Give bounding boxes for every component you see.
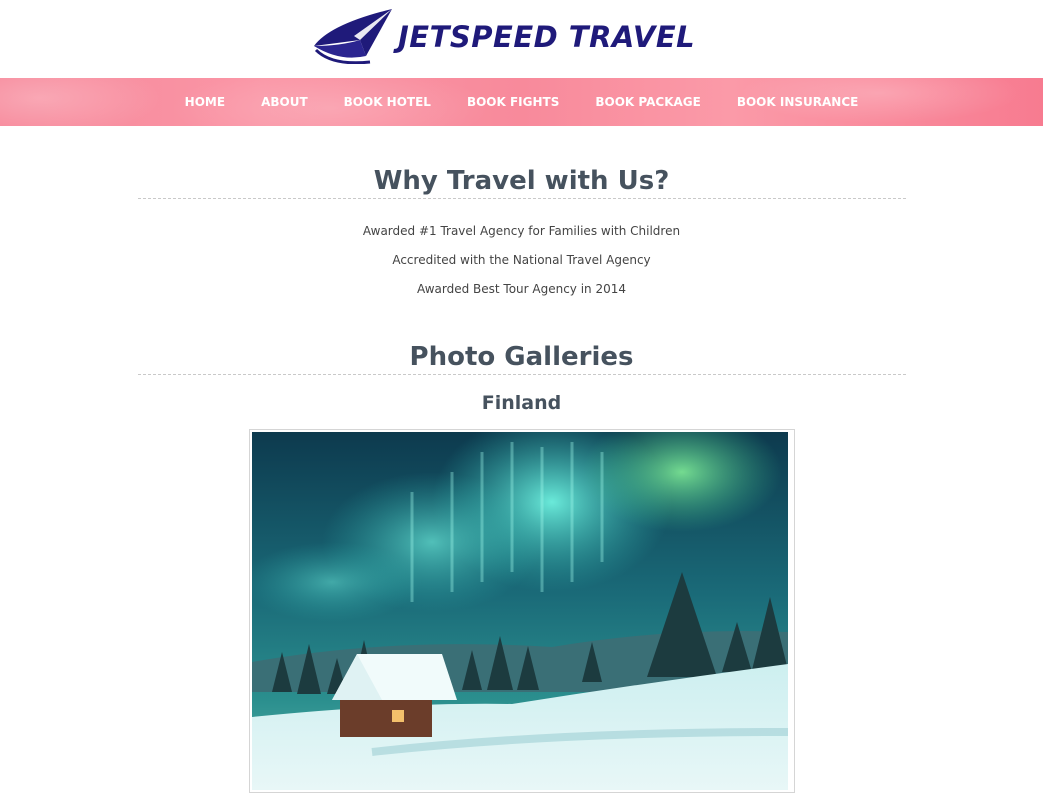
main-nav: HOME ABOUT BOOK HOTEL BOOK FIGHTS BOOK P… bbox=[0, 78, 1043, 126]
site-header: JETSPEED TRAVEL bbox=[0, 0, 1043, 78]
why-travel-heading: Why Travel with Us? bbox=[137, 166, 906, 199]
site-logo[interactable]: JETSPEED TRAVEL bbox=[310, 6, 695, 64]
brand-name: JETSPEED TRAVEL bbox=[398, 20, 696, 54]
gallery-country-title: Finland bbox=[481, 392, 562, 414]
nav-book-hotel[interactable]: BOOK HOTEL bbox=[344, 95, 431, 109]
reasons-list: Awarded #1 Travel Agency for Families wi… bbox=[0, 217, 1043, 304]
reason-item: Awarded Best Tour Agency in 2014 bbox=[416, 282, 627, 296]
nav-book-insurance[interactable]: BOOK INSURANCE bbox=[737, 95, 859, 109]
paper-plane-icon bbox=[314, 9, 392, 64]
nav-about[interactable]: ABOUT bbox=[261, 95, 308, 109]
nav-book-fights[interactable]: BOOK FIGHTS bbox=[467, 95, 559, 109]
gallery-photo[interactable] bbox=[248, 429, 795, 793]
northern-lights-photo bbox=[251, 432, 788, 790]
reason-item: Awarded #1 Travel Agency for Families wi… bbox=[362, 224, 681, 238]
main-content: Why Travel with Us? Awarded #1 Travel Ag… bbox=[0, 126, 1043, 793]
reason-item: Accredited with the National Travel Agen… bbox=[392, 253, 651, 267]
nav-book-package[interactable]: BOOK PACKAGE bbox=[595, 95, 700, 109]
nav-home[interactable]: HOME bbox=[185, 95, 225, 109]
photo-galleries-heading: Photo Galleries bbox=[137, 342, 906, 375]
